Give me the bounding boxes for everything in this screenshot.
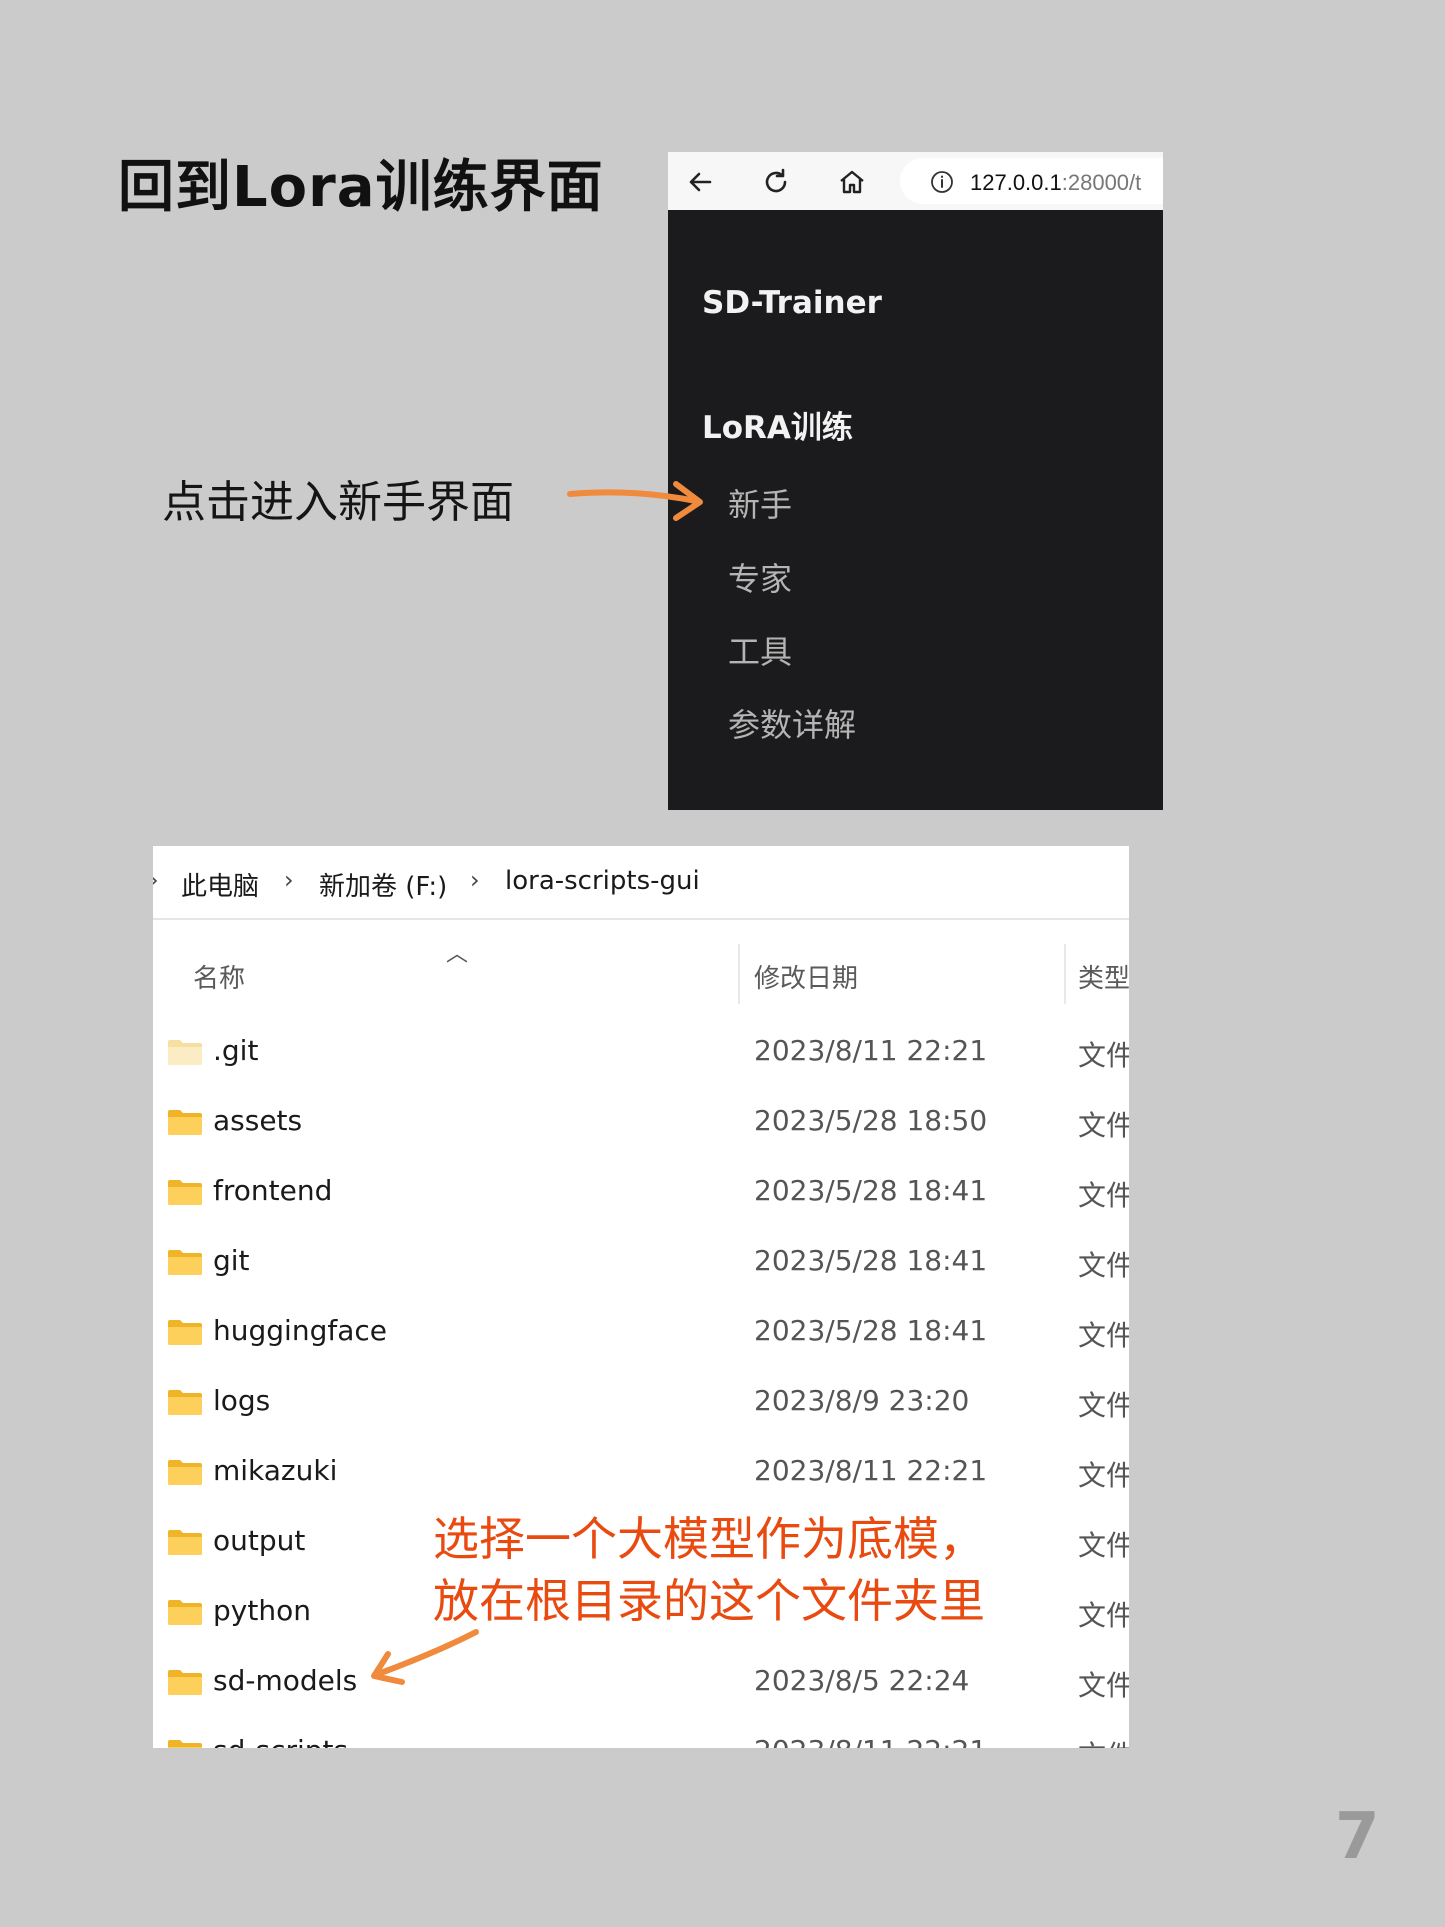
page-number: 7	[1335, 1800, 1380, 1874]
nav-item-beginner[interactable]: 新手	[728, 480, 792, 526]
breadcrumb-folder[interactable]: lora-scripts-gui	[505, 866, 700, 896]
file-name: huggingface	[213, 1314, 387, 1347]
info-icon[interactable]	[930, 170, 954, 194]
file-date: 2023/8/11 22:21	[754, 1454, 988, 1487]
file-name: output	[213, 1524, 306, 1557]
nav-section-lora-training[interactable]: LoRA训练	[702, 402, 853, 447]
table-row[interactable]: mikazuki 2023/8/11 22:21 文件	[153, 1440, 1129, 1510]
table-row[interactable]: sd-scripts 2023/8/11 22:21 文件	[153, 1720, 1129, 1748]
file-date: 2023/8/11 22:21	[754, 1034, 988, 1067]
breadcrumb-drive[interactable]: 新加卷 (F:)	[319, 866, 447, 903]
browser-window: 127.0.0.1:28000/t SD-Trainer LoRA训练 新手 专…	[668, 152, 1163, 810]
folder-icon	[167, 1248, 203, 1276]
file-date: 2023/8/5 22:24	[754, 1664, 970, 1697]
table-row[interactable]: .git 2023/8/11 22:21 文件	[153, 1020, 1129, 1090]
table-row[interactable]: sd-models 2023/8/5 22:24 文件	[153, 1650, 1129, 1720]
table-row[interactable]: huggingface 2023/5/28 18:41 文件	[153, 1300, 1129, 1370]
folder-icon	[167, 1318, 203, 1346]
file-type: 文件	[1078, 1319, 1129, 1352]
folder-icon	[167, 1038, 203, 1066]
column-divider[interactable]	[738, 944, 740, 1004]
chevron-right-icon: ›	[153, 866, 159, 894]
annotation-models: 选择一个大模型作为底模， 放在根目录的这个文件夹里	[433, 1508, 985, 1632]
file-name: sd-scripts	[213, 1734, 348, 1748]
folder-icon	[167, 1108, 203, 1136]
file-date: 2023/8/9 23:20	[754, 1384, 970, 1417]
address-bar[interactable]: 127.0.0.1:28000/t	[900, 158, 1163, 204]
file-type: 文件	[1078, 1734, 1129, 1748]
file-name: sd-models	[213, 1664, 358, 1697]
file-date: 2023/5/28 18:41	[754, 1244, 988, 1277]
annotation-enter-beginner: 点击进入新手界面	[162, 477, 514, 528]
reload-icon[interactable]	[760, 166, 792, 198]
file-date: 2023/5/28 18:50	[754, 1104, 988, 1137]
file-date: 2023/5/28 18:41	[754, 1174, 988, 1207]
table-row[interactable]: frontend 2023/5/28 18:41 文件	[153, 1160, 1129, 1230]
annotation-models-line2: 放在根目录的这个文件夹里	[433, 1574, 985, 1628]
nav-item-params[interactable]: 参数详解	[728, 700, 856, 746]
app-name: SD-Trainer	[702, 285, 882, 321]
home-icon[interactable]	[836, 166, 868, 198]
column-header-date[interactable]: 修改日期	[754, 958, 858, 995]
folder-icon	[167, 1388, 203, 1416]
file-type: 文件	[1078, 1599, 1129, 1632]
folder-icon	[167, 1668, 203, 1696]
column-header-name[interactable]: 名称	[193, 958, 245, 995]
folder-icon	[167, 1598, 203, 1626]
folder-icon	[167, 1738, 203, 1748]
file-type: 文件	[1078, 1179, 1129, 1212]
breadcrumb: › 此电脑 › 新加卷 (F:) › lora-scripts-gui	[153, 846, 1129, 920]
file-name: logs	[213, 1384, 271, 1417]
file-type: 文件	[1078, 1249, 1129, 1282]
file-date: 2023/8/11 22:21	[754, 1734, 987, 1748]
file-type: 文件	[1078, 1389, 1129, 1422]
page-title: 回到Lora训练界面	[118, 155, 604, 220]
file-name: python	[213, 1594, 311, 1627]
folder-icon	[167, 1178, 203, 1206]
file-date: 2023/5/28 18:41	[754, 1314, 988, 1347]
file-name: mikazuki	[213, 1454, 338, 1487]
table-row[interactable]: assets 2023/5/28 18:50 文件	[153, 1090, 1129, 1160]
file-type: 文件	[1078, 1459, 1129, 1492]
file-name: git	[213, 1244, 250, 1277]
file-type: 文件	[1078, 1669, 1129, 1702]
back-arrow-icon[interactable]	[684, 166, 716, 198]
nav-item-expert[interactable]: 专家	[728, 554, 792, 600]
folder-icon	[167, 1458, 203, 1486]
file-type: 文件	[1078, 1109, 1129, 1142]
url-text: 127.0.0.1:28000/t	[970, 170, 1142, 195]
table-row[interactable]: git 2023/5/28 18:41 文件	[153, 1230, 1129, 1300]
file-name: assets	[213, 1104, 303, 1137]
breadcrumb-this-pc[interactable]: 此电脑	[181, 866, 259, 903]
annotation-models-line1: 选择一个大模型作为底模，	[433, 1512, 985, 1566]
file-name: .git	[213, 1034, 259, 1067]
file-name: frontend	[213, 1174, 333, 1207]
chevron-right-icon: ›	[284, 866, 294, 894]
sort-ascending-icon: ︿	[446, 942, 469, 967]
column-header-type[interactable]: 类型	[1078, 958, 1129, 995]
table-row[interactable]: logs 2023/8/9 23:20 文件	[153, 1370, 1129, 1440]
chevron-right-icon: ›	[470, 866, 480, 894]
nav-item-tools[interactable]: 工具	[728, 627, 792, 673]
browser-toolbar: 127.0.0.1:28000/t	[668, 152, 1163, 210]
file-type: 文件	[1078, 1039, 1129, 1072]
file-type: 文件	[1078, 1529, 1129, 1562]
folder-icon	[167, 1528, 203, 1556]
column-divider[interactable]	[1064, 944, 1066, 1004]
